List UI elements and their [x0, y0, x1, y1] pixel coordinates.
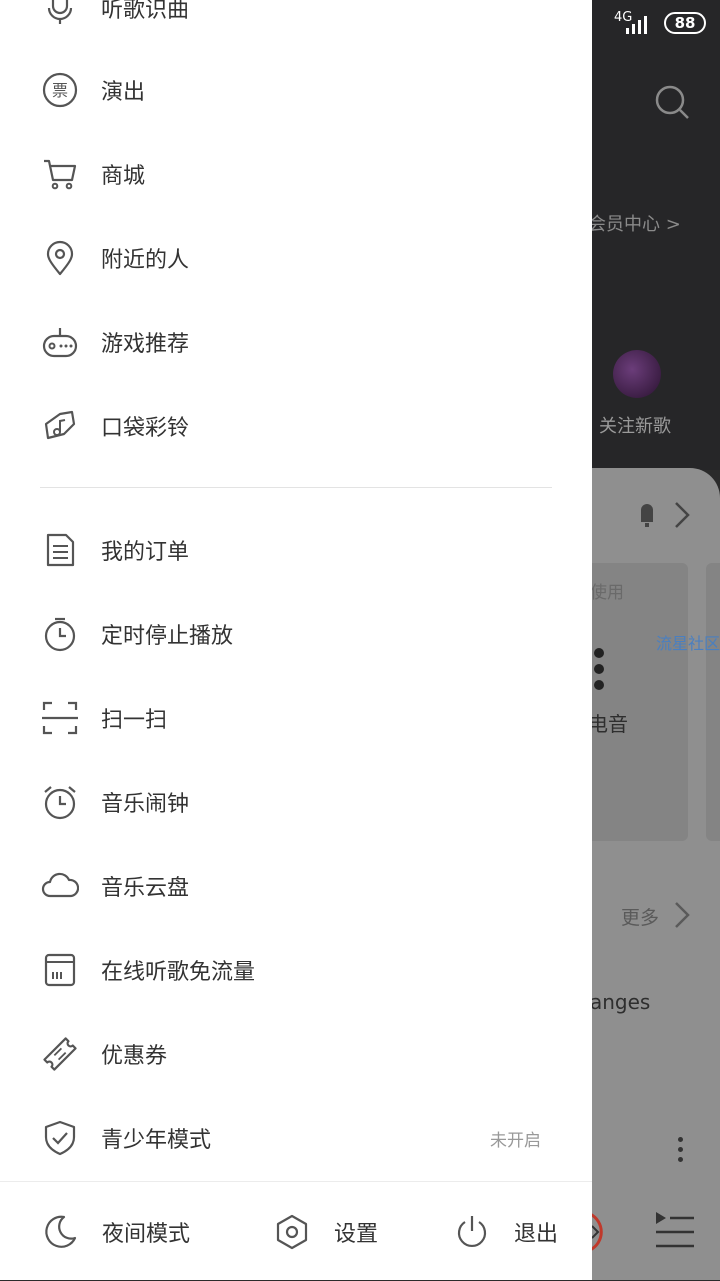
menu-item-shows[interactable]: 票 演出: [0, 54, 592, 126]
bell-icon[interactable]: [638, 500, 656, 528]
power-icon: [452, 1212, 492, 1252]
playlist-icon[interactable]: [654, 1210, 696, 1250]
song-title: anges: [590, 990, 651, 1014]
more-chevron-icon[interactable]: [672, 900, 692, 930]
menu-item-mall[interactable]: 商城: [0, 138, 592, 210]
document-icon: [40, 530, 80, 570]
timer-icon: [40, 614, 80, 654]
menu-label: 口袋彩铃: [101, 416, 190, 441]
moon-icon: [40, 1212, 80, 1252]
scan-icon: [40, 698, 80, 738]
menu-label: 我的订单: [101, 540, 190, 565]
menu-item-sleep-timer[interactable]: 定时停止播放: [0, 598, 592, 670]
chevron-right-icon[interactable]: [672, 500, 692, 530]
playlist-card-next[interactable]: [706, 563, 720, 841]
ticket-icon: 票: [40, 70, 80, 110]
menu-label: 听歌识曲: [101, 0, 190, 23]
vip-center-link[interactable]: 会员中心 >: [588, 210, 681, 236]
search-icon[interactable]: [654, 84, 690, 120]
drawer-bottom-bar: 夜间模式 设置 退出: [0, 1181, 592, 1281]
avatar[interactable]: [613, 350, 661, 398]
settings-button[interactable]: 设置: [272, 1182, 378, 1281]
more-link[interactable]: 更多: [621, 903, 659, 930]
cloud-icon: [40, 866, 80, 906]
play-button-icon[interactable]: [590, 1212, 616, 1252]
menu-label: 附近的人: [101, 248, 190, 273]
menu-item-free-data[interactable]: 在线听歌免流量: [0, 934, 592, 1006]
menu-item-games[interactable]: 游戏推荐: [0, 306, 592, 378]
card-hint: 使用: [590, 583, 624, 603]
menu-item-teen-mode[interactable]: 青少年模式 未开启: [0, 1102, 592, 1174]
menu-label: 音乐云盘: [101, 876, 190, 901]
card-title: 电音: [588, 712, 628, 736]
shield-check-icon: [40, 1118, 80, 1158]
menu-item-nearby[interactable]: 附近的人: [0, 222, 592, 294]
signal-icon: [626, 16, 652, 34]
game-controller-icon: [40, 322, 80, 362]
menu-item-orders[interactable]: 我的订单: [0, 514, 592, 586]
microphone-icon: [40, 0, 80, 28]
menu-label: 青少年模式: [101, 1128, 212, 1153]
night-mode-button[interactable]: 夜间模式: [40, 1182, 190, 1281]
menu-label: 扫一扫: [101, 708, 168, 733]
menu-label: 游戏推荐: [101, 332, 190, 357]
menu-item-coupons[interactable]: 优惠券: [0, 1018, 592, 1090]
logout-label: 退出: [514, 1221, 559, 1247]
menu-label: 商城: [101, 164, 146, 189]
battery-indicator: 88: [664, 12, 706, 34]
dots-icon: [594, 648, 604, 696]
night-mode-label: 夜间模式: [102, 1221, 191, 1247]
alarm-clock-icon: [40, 782, 80, 822]
menu-item-recognize-song[interactable]: 听歌识曲: [0, 0, 592, 44]
side-drawer: 听歌识曲 票 演出 商城 附近的人 游戏推荐 口袋彩铃 我的订单 定时停止播放 …: [0, 0, 592, 1280]
community-link[interactable]: 流星社区: [656, 630, 720, 654]
menu-label: 演出: [101, 80, 146, 105]
more-options-icon[interactable]: [678, 1137, 683, 1167]
menu-item-scan[interactable]: 扫一扫: [0, 682, 592, 754]
teen-mode-status: 未开启: [490, 1130, 541, 1151]
sim-card-icon: [40, 950, 80, 990]
cart-icon: [40, 154, 80, 194]
logout-button[interactable]: 退出: [452, 1182, 558, 1281]
music-note-icon: [40, 406, 80, 446]
menu-label: 优惠券: [101, 1044, 168, 1069]
menu-item-cloud-drive[interactable]: 音乐云盘: [0, 850, 592, 922]
menu-label: 定时停止播放: [101, 624, 234, 649]
menu-item-ringtone[interactable]: 口袋彩铃: [0, 390, 592, 462]
follow-new-songs-label: 关注新歌: [599, 416, 671, 437]
section-divider: [40, 487, 552, 488]
menu-label: 音乐闹钟: [101, 792, 190, 817]
location-pin-icon: [40, 238, 80, 278]
menu-item-alarm[interactable]: 音乐闹钟: [0, 766, 592, 838]
gear-icon: [272, 1212, 312, 1252]
svg-text:票: 票: [52, 81, 68, 100]
coupon-icon: [40, 1034, 80, 1074]
settings-label: 设置: [334, 1221, 379, 1247]
menu-label: 在线听歌免流量: [101, 960, 256, 985]
